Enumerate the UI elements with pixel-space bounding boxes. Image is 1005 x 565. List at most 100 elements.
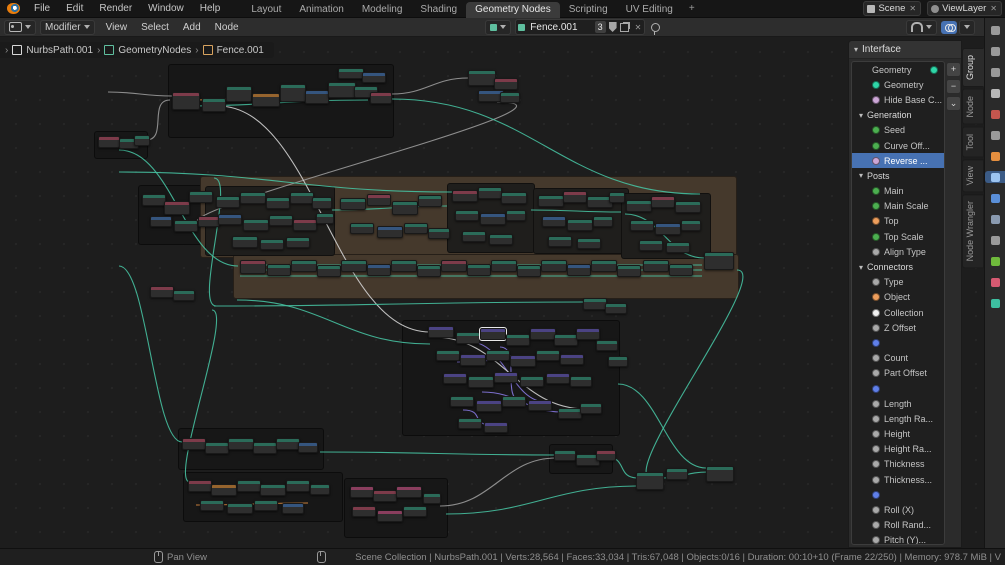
node[interactable] xyxy=(639,240,663,251)
node[interactable] xyxy=(338,68,364,79)
node[interactable] xyxy=(567,219,593,231)
interface-item-item[interactable] xyxy=(852,381,944,396)
node[interactable] xyxy=(462,231,486,242)
node[interactable] xyxy=(484,422,508,433)
node[interactable] xyxy=(428,326,454,338)
socket-specials-button[interactable]: ⌄ xyxy=(946,96,961,111)
node[interactable] xyxy=(377,510,403,522)
node[interactable] xyxy=(367,194,391,206)
properties-tab-particles[interactable] xyxy=(989,192,1001,204)
node-group-browse-button[interactable] xyxy=(485,20,511,35)
node[interactable] xyxy=(291,260,317,272)
node[interactable] xyxy=(290,192,314,204)
node[interactable] xyxy=(150,286,174,298)
node[interactable] xyxy=(480,213,506,225)
node[interactable] xyxy=(506,210,526,221)
node[interactable] xyxy=(266,197,290,209)
interface-item-reverse[interactable]: Reverse ... xyxy=(852,153,944,168)
node[interactable] xyxy=(596,450,616,461)
properties-tab-material[interactable] xyxy=(989,276,1001,288)
sidebar-tab-group[interactable]: Group xyxy=(962,48,984,87)
node[interactable] xyxy=(536,350,560,361)
node[interactable] xyxy=(173,290,195,301)
interface-item-item[interactable] xyxy=(852,487,944,502)
node[interactable] xyxy=(164,201,190,215)
node[interactable] xyxy=(452,190,478,202)
node[interactable] xyxy=(468,376,494,388)
node[interactable] xyxy=(142,194,166,206)
node[interactable] xyxy=(150,216,172,227)
node[interactable] xyxy=(403,506,427,517)
interface-item-item[interactable] xyxy=(852,335,944,350)
node[interactable] xyxy=(350,223,374,234)
sidebar-tab-node-wrangler[interactable]: Node Wrangler xyxy=(962,194,984,268)
node[interactable] xyxy=(630,220,654,231)
interface-item-top[interactable]: Top xyxy=(852,214,944,229)
node[interactable] xyxy=(609,192,625,203)
node[interactable] xyxy=(404,223,428,234)
node[interactable] xyxy=(350,486,374,498)
node[interactable] xyxy=(548,236,572,247)
snapping-button[interactable] xyxy=(906,20,937,35)
interface-item-geometry[interactable]: Geometry xyxy=(852,62,944,77)
node[interactable] xyxy=(328,82,356,98)
menu-window[interactable]: Window xyxy=(140,0,192,18)
editor-menu-node[interactable]: Node xyxy=(208,18,246,37)
interface-item-curve-off[interactable]: Curve Off... xyxy=(852,138,944,153)
node[interactable] xyxy=(455,210,479,221)
interface-item-object[interactable]: Object xyxy=(852,290,944,305)
node[interactable] xyxy=(286,237,310,248)
node[interactable] xyxy=(267,264,291,276)
context-mode-dropdown[interactable]: Modifier xyxy=(40,20,95,35)
interface-item-roll-rand[interactable]: Roll Rand... xyxy=(852,518,944,533)
node[interactable] xyxy=(377,226,403,238)
sidebar-tab-view[interactable]: View xyxy=(962,159,984,192)
node[interactable] xyxy=(280,84,306,102)
node[interactable] xyxy=(626,200,652,212)
menu-help[interactable]: Help xyxy=(192,0,229,18)
workspace-tab-modeling[interactable]: Modeling xyxy=(353,2,412,18)
node[interactable] xyxy=(317,265,341,277)
menu-render[interactable]: Render xyxy=(91,0,140,18)
node[interactable] xyxy=(218,214,242,225)
editor-menu-add[interactable]: Add xyxy=(176,18,208,37)
node[interactable] xyxy=(373,490,397,502)
breadcrumb-expand-icon[interactable]: › xyxy=(5,45,8,56)
node[interactable] xyxy=(583,298,607,310)
node[interactable] xyxy=(340,198,366,210)
node[interactable] xyxy=(216,196,240,208)
interface-item-height[interactable]: Height xyxy=(852,427,944,442)
node[interactable] xyxy=(450,396,474,407)
interface-item-z-offset[interactable]: Z Offset xyxy=(852,320,944,335)
overlays-dropdown[interactable] xyxy=(959,20,975,35)
node[interactable] xyxy=(240,260,266,274)
properties-tab-output[interactable] xyxy=(989,66,1001,78)
node[interactable] xyxy=(260,239,284,250)
interface-item-type[interactable]: Type xyxy=(852,275,944,290)
node[interactable] xyxy=(706,466,734,482)
node[interactable] xyxy=(605,303,627,314)
menu-edit[interactable]: Edit xyxy=(58,0,91,18)
node[interactable] xyxy=(596,340,618,351)
node[interactable] xyxy=(172,92,200,110)
node[interactable] xyxy=(310,484,330,495)
interface-item-main-scale[interactable]: Main Scale xyxy=(852,199,944,214)
scene-selector[interactable]: Scene ✕ xyxy=(863,1,921,16)
properties-tab-tool[interactable] xyxy=(989,24,1001,36)
node[interactable] xyxy=(577,238,601,249)
node[interactable] xyxy=(502,396,526,407)
node[interactable] xyxy=(563,191,587,203)
node[interactable] xyxy=(392,201,418,215)
node[interactable] xyxy=(500,92,520,103)
node[interactable] xyxy=(305,90,329,104)
node[interactable] xyxy=(227,503,253,514)
node[interactable] xyxy=(517,265,541,277)
node[interactable] xyxy=(491,260,517,272)
properties-tab-modifiers[interactable] xyxy=(985,171,1005,183)
interface-item-top-scale[interactable]: Top Scale xyxy=(852,229,944,244)
node[interactable] xyxy=(558,408,582,419)
interface-section-generation[interactable]: ▾Generation xyxy=(852,108,944,123)
interface-item-collection[interactable]: Collection xyxy=(852,305,944,320)
interface-item-main[interactable]: Main xyxy=(852,184,944,199)
interface-item-height-ra[interactable]: Height Ra... xyxy=(852,442,944,457)
